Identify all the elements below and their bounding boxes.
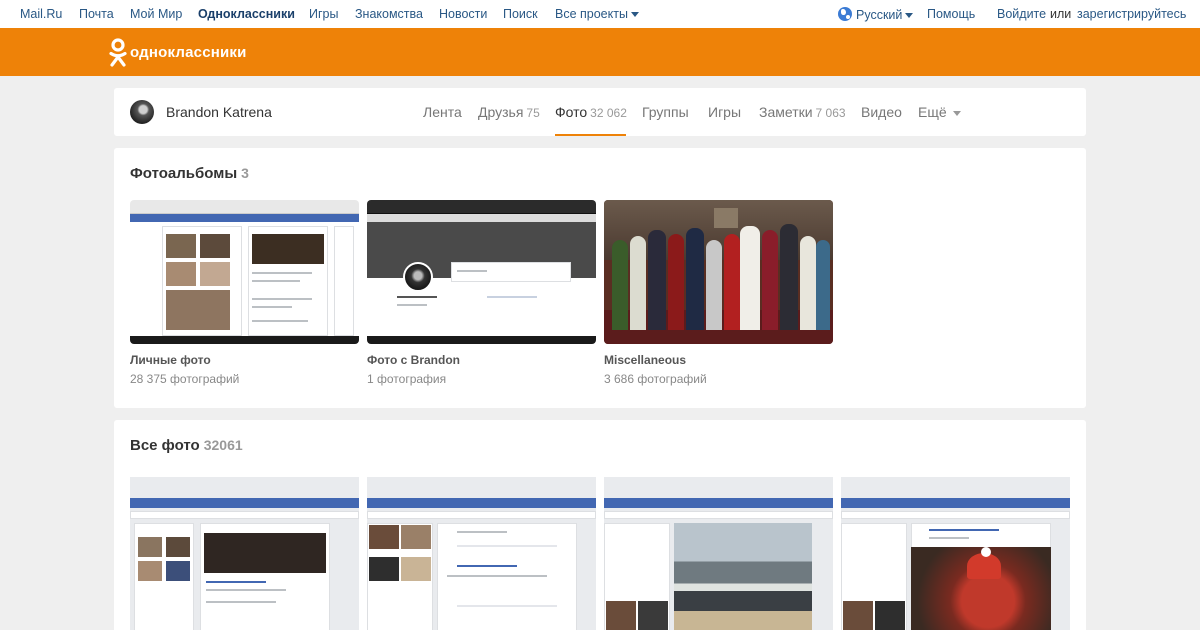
tab-label: Лента	[423, 104, 462, 120]
brand-header: одноклассники	[0, 28, 1200, 76]
all-photos-title: Все фото 32061	[130, 437, 243, 454]
album-count: 3 686 фотографий	[604, 372, 707, 386]
album-count: 1 фотография	[367, 372, 447, 386]
tab-notes[interactable]: Заметки 7 063	[759, 104, 846, 120]
albums-section: Фотоальбомы 3 Личные фото 28 375 фотограф…	[114, 148, 1086, 408]
portal-link-mail[interactable]: Почта	[79, 7, 114, 21]
photo-thumbnail[interactable]	[604, 477, 833, 630]
active-tab-indicator	[555, 134, 626, 136]
all-photos-title-label: Все фото	[130, 437, 200, 454]
chevron-down-icon	[952, 110, 961, 116]
album-name[interactable]: Личные фото	[130, 353, 359, 367]
tab-video[interactable]: Видео	[861, 104, 902, 120]
profile-name[interactable]: Brandon Katrena	[166, 104, 272, 120]
globe-icon	[838, 7, 852, 21]
language-label: Русский	[856, 8, 903, 22]
register-link[interactable]: зарегистрируйтесь	[1077, 7, 1186, 21]
tab-label: Фото	[555, 104, 588, 120]
tab-count: 75	[526, 106, 540, 120]
portal-link-search[interactable]: Поиск	[503, 7, 538, 21]
or-text: или	[1050, 7, 1072, 21]
portal-link-dating[interactable]: Знакомства	[355, 7, 423, 21]
login-link[interactable]: Войдите	[997, 7, 1046, 21]
portal-link-moimir[interactable]: Мой Мир	[130, 7, 182, 21]
brand-name[interactable]: одноклассники	[130, 44, 247, 61]
portal-all-projects[interactable]: Все проекты	[555, 7, 639, 21]
album-card[interactable]: Личные фото 28 375 фотографий	[130, 200, 359, 386]
avatar[interactable]	[130, 100, 154, 124]
tab-friends[interactable]: Друзья 75	[478, 104, 540, 120]
tab-label: Видео	[861, 104, 902, 120]
tab-count: 32 062	[590, 106, 627, 120]
tab-label: Группы	[642, 104, 689, 120]
tab-label: Игры	[708, 104, 742, 120]
albums-count: 3	[241, 165, 249, 181]
profile-header: Brandon Katrena Лента Друзья 75 Фото 32 06…	[114, 88, 1086, 136]
tab-more[interactable]: Ещё	[918, 104, 961, 120]
album-card[interactable]: Фото с Brandon 1 фотография	[367, 200, 596, 386]
tab-label: Заметки	[759, 104, 813, 120]
all-photos-count: 32061	[203, 437, 243, 453]
album-name[interactable]: Miscellaneous	[604, 353, 833, 367]
album-name[interactable]: Фото с Brandon	[367, 353, 596, 367]
album-thumbnail[interactable]	[604, 200, 833, 344]
album-thumbnail[interactable]	[130, 200, 359, 344]
tab-photos[interactable]: Фото 32 062	[555, 104, 627, 120]
chevron-down-icon	[630, 12, 639, 18]
albums-title-label: Фотоальбомы	[130, 165, 238, 182]
tab-games[interactable]: Игры	[708, 104, 741, 120]
album-thumbnail[interactable]	[367, 200, 596, 344]
album-count: 28 375 фотографий	[130, 372, 240, 386]
chevron-down-icon	[905, 13, 914, 19]
photo-thumbnail[interactable]	[841, 477, 1070, 630]
portal-bar: Mail.Ru Почта Мой Мир Одноклассники Игры…	[0, 0, 1200, 28]
portal-all-projects-label: Все проекты	[555, 7, 628, 21]
portal-link-news[interactable]: Новости	[439, 7, 487, 21]
tab-count: 7 063	[815, 106, 846, 120]
tab-label: Ещё	[918, 104, 947, 120]
portal-link-games[interactable]: Игры	[309, 7, 338, 21]
photo-thumbnail[interactable]	[130, 477, 359, 630]
tab-groups[interactable]: Группы	[642, 104, 689, 120]
portal-link-mailru[interactable]: Mail.Ru	[20, 7, 62, 21]
ok-logo-icon[interactable]	[108, 38, 128, 68]
photo-thumbnail[interactable]	[367, 477, 596, 630]
portal-link-ok[interactable]: Одноклассники	[198, 7, 295, 21]
language-select[interactable]: Русский	[838, 7, 914, 22]
all-photos-section: Все фото 32061	[114, 420, 1086, 630]
tab-label: Друзья	[478, 104, 524, 120]
album-card[interactable]: Miscellaneous 3 686 фотографий	[604, 200, 833, 386]
albums-title: Фотоальбомы 3	[130, 165, 249, 182]
help-link[interactable]: Помощь	[927, 7, 975, 21]
tab-feed[interactable]: Лента	[423, 104, 462, 120]
